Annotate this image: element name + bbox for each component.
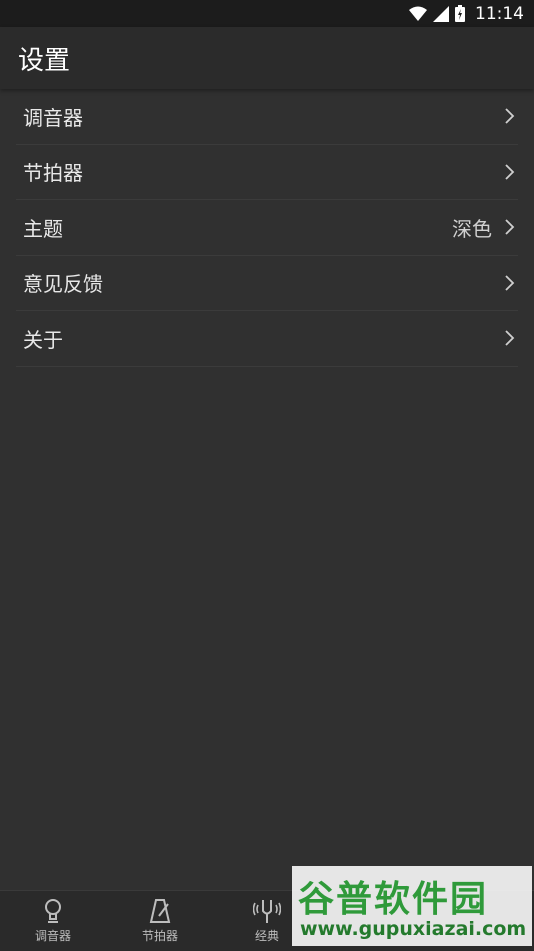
app-bar: 设置 — [0, 27, 534, 89]
chevron-right-icon — [505, 108, 515, 124]
settings-item-label: 意见反馈 — [23, 272, 103, 297]
settings-item-metronome[interactable]: 节拍器 — [16, 145, 518, 200]
tab-label: 调音器 — [34, 929, 71, 943]
tab-label: 节拍器 — [141, 929, 178, 943]
settings-item-feedback[interactable]: 意见反馈 — [16, 256, 518, 311]
cellular-signal-icon — [433, 5, 449, 22]
tab-label: 经典 — [254, 929, 279, 943]
chevron-right-icon — [505, 164, 515, 180]
wifi-icon — [409, 6, 427, 21]
battery-icon — [455, 5, 465, 22]
settings-item-about[interactable]: 关于 — [16, 311, 518, 367]
watermark-title: 谷普软件园 — [298, 879, 489, 920]
watermark-url: www.gupuxiazai.com — [300, 918, 527, 940]
settings-item-label: 关于 — [23, 327, 63, 352]
settings-item-theme[interactable]: 主题 深色 — [16, 200, 518, 256]
settings-item-tuner[interactable]: 调音器 — [16, 89, 518, 145]
settings-item-label: 调音器 — [23, 105, 83, 130]
tab-tuner[interactable]: 调音器 — [3, 891, 103, 951]
tuning-fork-icon — [253, 900, 281, 923]
theme-value: 深色 — [452, 216, 492, 241]
settings-item-label: 主题 — [23, 216, 63, 241]
settings-item-label: 节拍器 — [23, 161, 83, 186]
settings-list: 调音器 节拍器 主题 深色 意见反馈 关于 — [0, 89, 534, 367]
watermark-logo: 谷普软件园 www.gupuxiazai.com — [292, 866, 532, 946]
status-time: 11:14 — [475, 3, 524, 24]
metronome-icon — [149, 899, 171, 923]
page-title: 设置 — [18, 45, 71, 76]
chevron-right-icon — [505, 219, 515, 235]
chevron-right-icon — [505, 275, 515, 291]
tuner-icon — [45, 899, 61, 923]
chevron-right-icon — [505, 330, 515, 346]
tab-metronome[interactable]: 节拍器 — [110, 891, 210, 951]
status-bar: 11:14 — [0, 0, 534, 27]
